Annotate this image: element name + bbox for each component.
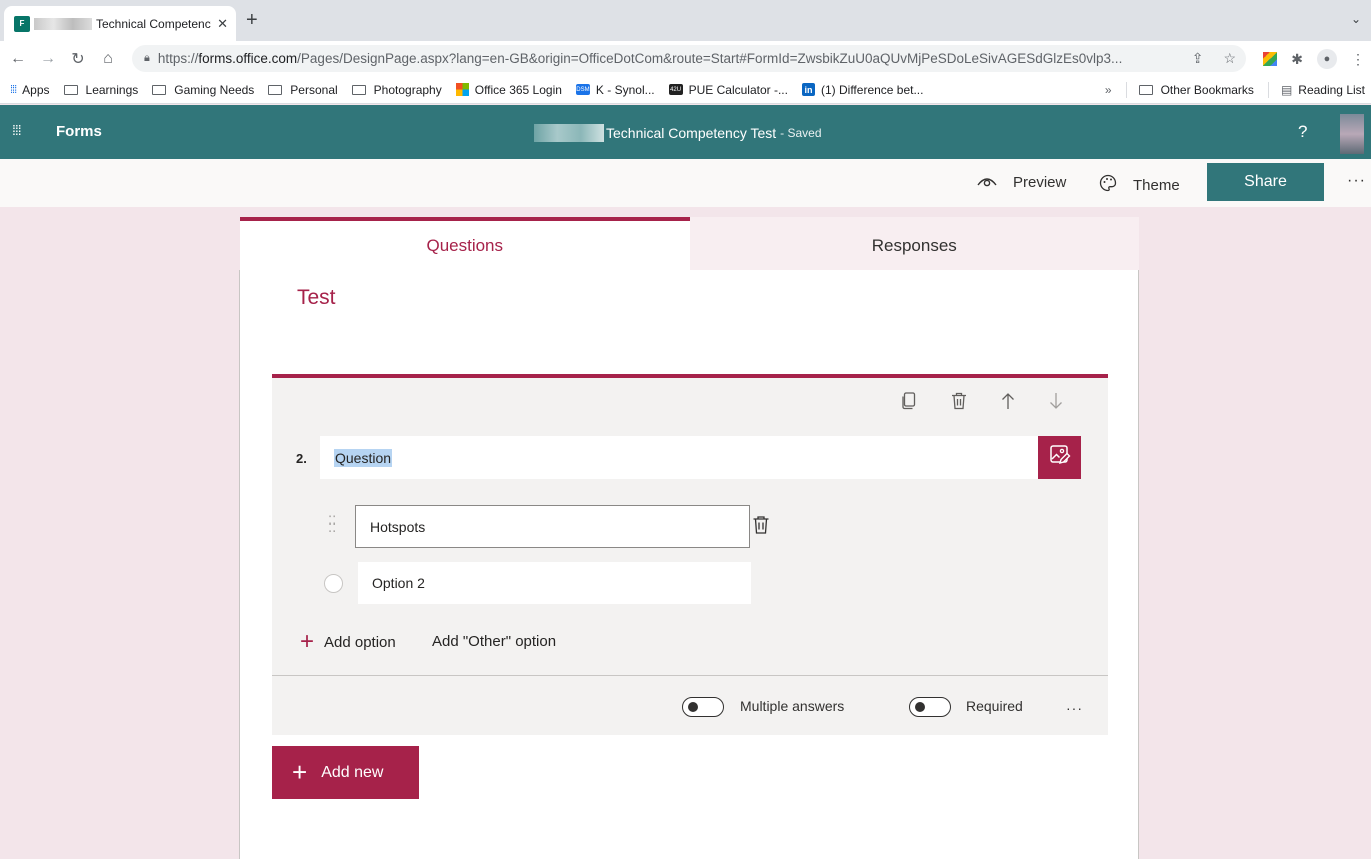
delete-question-icon[interactable] (951, 392, 967, 415)
new-tab-icon[interactable]: + (246, 9, 258, 32)
move-up-icon[interactable] (1001, 392, 1015, 415)
question-title-selected-text: Question (334, 448, 393, 467)
folder-icon (1138, 85, 1153, 95)
home-icon[interactable]: ⌂ (96, 50, 120, 68)
question-card: 2. Question ⁚⁚ ⁚⁚ Hotspots Option 2 + Add… (272, 374, 1108, 735)
help-icon[interactable]: ? (1298, 122, 1307, 142)
eye-icon (977, 174, 997, 191)
forward-icon[interactable]: → (36, 50, 60, 68)
extension-area: ✱ ● ⋮ (1263, 49, 1365, 69)
tab-search-chevron-icon[interactable]: ⌄ (1351, 12, 1361, 26)
url-text: https://forms.office.com/Pages/DesignPag… (157, 51, 1123, 66)
bookmark-other[interactable]: Other Bookmarks (1138, 83, 1254, 97)
folder-icon (268, 84, 283, 95)
tab-title: Technical Competency Test (96, 16, 212, 31)
theme-button[interactable]: Theme (1099, 174, 1180, 196)
browser-menu-icon[interactable]: ⋮ (1351, 51, 1365, 68)
form-tabs: Questions Responses (240, 217, 1139, 270)
bookmark-synology[interactable]: DSM K - Synol... (575, 83, 655, 97)
colorful-extension-icon[interactable] (1263, 52, 1278, 66)
command-bar: Preview Theme Share ··· (0, 159, 1371, 207)
option-input-2[interactable]: Option 2 (358, 562, 751, 604)
form-title-area: Technical Competency Test - Saved (534, 124, 822, 142)
tab-responses[interactable]: Responses (689, 217, 1139, 270)
add-other-option-button[interactable]: Add "Other" option (432, 633, 556, 650)
move-down-icon (1049, 392, 1063, 415)
bookmark-star-icon[interactable]: ☆ (1223, 50, 1236, 67)
bookmarks-right: » Other Bookmarks ▤ Reading List (1105, 76, 1365, 104)
reading-list-icon: ▤ (1280, 83, 1293, 97)
palette-icon (1099, 174, 1117, 196)
lock-icon: 🔒︎ (144, 52, 150, 64)
close-tab-icon[interactable]: ✕ (217, 16, 228, 32)
multiple-answers-label: Multiple answers (740, 698, 845, 714)
drag-handle-icon[interactable]: ⁚⁚ ⁚⁚ (328, 514, 336, 534)
form-title: Technical Competency Test (606, 125, 777, 141)
app-launcher-icon[interactable]: ⁞⁞⁞ (12, 122, 22, 138)
copy-icon[interactable] (901, 392, 917, 415)
reading-list[interactable]: ▤ Reading List (1281, 83, 1365, 97)
question-title-input[interactable]: Question (320, 436, 1038, 479)
bookmark-personal[interactable]: Personal (268, 83, 338, 97)
redacted-text (34, 17, 92, 30)
image-edit-icon (1049, 444, 1071, 471)
required-label: Required (966, 698, 1023, 714)
add-new-button[interactable]: + Add new (272, 746, 419, 799)
question-number: 2. (296, 451, 307, 466)
tab-questions[interactable]: Questions (240, 217, 690, 270)
option-radio (324, 574, 343, 593)
back-icon[interactable]: ← (6, 50, 30, 68)
browser-tabstrip: F Technical Competency Test ✕ + ⌄ (0, 0, 1371, 41)
bookmark-learnings[interactable]: Learnings (63, 83, 138, 97)
bookmark-apps[interactable]: ⁞⁞⁞ Apps (10, 83, 50, 97)
apps-grid-icon: ⁞⁞⁞ (10, 83, 17, 96)
more-bookmarks-icon[interactable]: » (1105, 83, 1112, 97)
preview-button[interactable]: Preview (977, 174, 1066, 191)
bookmark-pue-calculator[interactable]: 42U PUE Calculator -... (668, 83, 788, 97)
bookmark-linkedin[interactable]: in (1) Difference bet... (801, 83, 923, 97)
bookmark-photography[interactable]: Photography (351, 83, 442, 97)
plus-icon: + (292, 757, 308, 787)
folder-icon (351, 84, 366, 95)
folder-icon (152, 84, 167, 95)
dsm-icon: DSM (575, 84, 590, 95)
redacted-text (534, 124, 604, 142)
reload-icon[interactable]: ↻ (66, 49, 90, 69)
option-input-1[interactable]: Hotspots (355, 505, 750, 548)
bookmark-gaming-needs[interactable]: Gaming Needs (152, 83, 254, 97)
forms-header: ⁞⁞⁞ Forms Technical Competency Test - Sa… (0, 105, 1371, 159)
form-canvas: Test 2. Question ⁚⁚ ⁚⁚ Hotspots Option 2… (239, 270, 1139, 859)
add-option-button[interactable]: + Add option (300, 628, 396, 656)
forms-favicon-icon: F (14, 15, 30, 32)
address-bar[interactable]: 🔒︎ https://forms.office.com/Pages/Design… (132, 45, 1246, 72)
bookmark-office-365-login[interactable]: Office 365 Login (455, 83, 562, 97)
linkedin-icon: in (801, 83, 815, 96)
divider (1267, 82, 1269, 98)
pue-icon: 42U (668, 84, 683, 95)
question-more-icon[interactable]: ··· (1066, 700, 1083, 716)
extensions-puzzle-icon[interactable]: ✱ (1291, 51, 1303, 68)
question-footer: Multiple answers Required ··· (272, 675, 1108, 735)
required-toggle[interactable] (909, 697, 951, 717)
multiple-answers-toggle[interactable] (682, 697, 724, 717)
app-name[interactable]: Forms (56, 123, 102, 140)
microsoft-logo-icon (455, 83, 469, 96)
avatar[interactable] (1340, 114, 1364, 154)
browser-tab[interactable]: F Technical Competency Test ✕ (4, 6, 236, 41)
more-options-icon[interactable]: ··· (1347, 172, 1366, 190)
saved-status: - Saved (780, 126, 822, 140)
profile-icon[interactable]: ● (1317, 49, 1337, 69)
form-name[interactable]: Test (297, 286, 336, 310)
share-button[interactable]: Share (1207, 163, 1324, 201)
share-page-icon[interactable]: ⇪ (1192, 50, 1204, 67)
folder-icon (63, 84, 78, 95)
question-toolbar (901, 392, 1063, 415)
insert-media-button[interactable] (1038, 436, 1081, 479)
delete-option-icon[interactable] (752, 515, 770, 540)
bookmarks-bar: ⁞⁞⁞ Apps Learnings Gaming Needs Personal … (0, 76, 1371, 104)
plus-icon: + (300, 628, 315, 655)
browser-toolbar: ← → ↻ ⌂ 🔒︎ https://forms.office.com/Page… (0, 41, 1371, 76)
divider (1125, 82, 1127, 98)
